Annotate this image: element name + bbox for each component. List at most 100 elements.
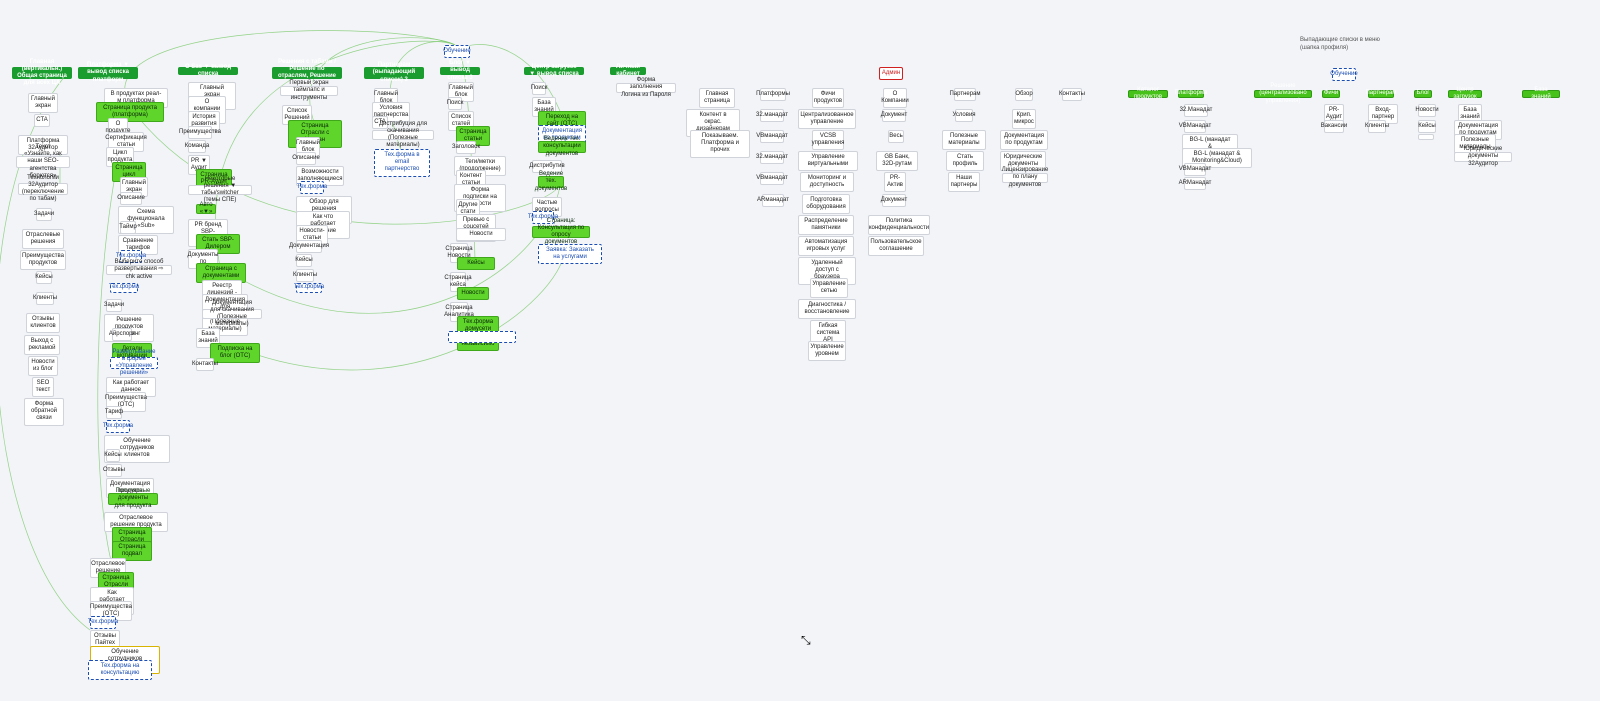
a-r6-2[interactable]: Распределение памятники: [798, 215, 854, 235]
c0-n8[interactable]: Кейсы: [36, 271, 52, 284]
hdr-col1[interactable]: Платформа ▼ вывод списка платформ: [78, 67, 138, 79]
a-r5-1[interactable]: ARманадат: [762, 194, 784, 207]
a-r1-2[interactable]: Централизованное управление: [798, 109, 856, 129]
rh-1[interactable]: Платформа: [1178, 90, 1204, 98]
c2-n4[interactable]: Команда: [188, 140, 206, 153]
rh-5[interactable]: Блог: [1414, 90, 1432, 98]
c1-n12[interactable]: Выберите способ развертывания ⇨ chk acti…: [106, 265, 172, 275]
c6-n9[interactable]: Страница: Консультация по опросу докумен…: [532, 226, 590, 238]
a-r4-3[interactable]: PR-Актив: [884, 172, 906, 192]
rb2[interactable]: [1418, 134, 1434, 140]
a-n5[interactable]: Обзор: [1015, 88, 1033, 101]
a-r2-4[interactable]: Полезные материалы: [942, 130, 986, 150]
a-r4-2[interactable]: Мониторинг и доступность: [800, 172, 854, 192]
a-r12-2[interactable]: Управление уровнем: [808, 341, 846, 361]
rb1[interactable]: Кейсы: [1418, 120, 1436, 133]
c1-n1[interactable]: Страница продукта (платформа): [96, 102, 164, 122]
c1-n9[interactable]: Таймр: [120, 221, 136, 234]
hdr-col0[interactable]: Главная (вертикальн.) Общая страница для…: [12, 67, 72, 79]
diagram-canvas[interactable]: Обучение Админ Выпадающие списки в меню …: [0, 0, 1600, 701]
c0-n7[interactable]: Преимущества продуктов: [20, 250, 66, 270]
c0-n14[interactable]: Форма обратной связи: [24, 398, 64, 426]
a-r9-2[interactable]: Управление сетью: [810, 278, 848, 298]
c6-n10[interactable]: Заявка: Заказать на услугами: [538, 244, 602, 264]
c3-n11[interactable]: Кейсы: [296, 254, 312, 267]
c1-n18[interactable]: Развертывание в форме «Управление решени…: [110, 357, 158, 369]
a-n6[interactable]: Контакты: [1062, 88, 1082, 101]
a-r1-4[interactable]: Условия: [955, 109, 973, 122]
a-n1[interactable]: Платформы: [760, 88, 786, 101]
c1-n25[interactable]: Отзывы: [106, 464, 122, 477]
hdr-col4[interactable]: Партнерам (выпадающий список) 3: [364, 67, 424, 79]
a-r2-1[interactable]: VBманадат: [760, 130, 784, 143]
a-r4-1[interactable]: VBманадат: [760, 172, 784, 185]
a-n2[interactable]: Фичи продуктов: [812, 88, 844, 108]
c2-n3[interactable]: Преимущества: [188, 126, 212, 139]
c5-n4[interactable]: Заголовок: [456, 141, 476, 154]
a-r3-3[interactable]: GB Банк, 32D-рутам: [876, 151, 918, 171]
c1-n38[interactable]: Тех.форма на консультацию: [88, 660, 152, 680]
rh-4[interactable]: Партнерам: [1368, 90, 1394, 98]
rc3[interactable]: Юридические документы 32Аудитор: [1454, 152, 1512, 162]
rp1[interactable]: VBМанадат: [1184, 120, 1206, 133]
rf1[interactable]: Вакансии: [1324, 120, 1344, 133]
c6-n0[interactable]: Поиск: [532, 82, 546, 95]
a-r7-3[interactable]: Пользовательское соглашение: [868, 236, 924, 256]
a-n4[interactable]: Партнерам: [954, 88, 976, 101]
rb0[interactable]: Новости: [1418, 104, 1436, 117]
c0-n1[interactable]: CTA: [34, 114, 50, 127]
c7-n0[interactable]: Форма заполнения Логина из Пароля: [616, 83, 676, 93]
a-r2-3[interactable]: Весь: [888, 130, 904, 143]
hdr-col7[interactable]: Личный кабинет: [610, 67, 646, 75]
a-r2-0[interactable]: Показываем. Платформа и прочих: [690, 130, 750, 158]
hdr-col2[interactable]: О Sas ▼ вывод списка: [178, 67, 238, 75]
c0-n0[interactable]: Главный экран: [28, 93, 58, 113]
a-r1-5[interactable]: Крип. микрос: [1012, 109, 1036, 129]
c3-n6[interactable]: Тех.форма: [300, 181, 324, 194]
node-admin[interactable]: Админ: [879, 67, 903, 80]
a-r1-3[interactable]: Документ: [882, 109, 906, 122]
c2-n8[interactable]: Авто «▼»: [196, 204, 216, 214]
a-r6-3[interactable]: Политика конфиденциальности: [868, 215, 930, 235]
a-r10-2[interactable]: Диагностика / восстановление: [798, 299, 856, 319]
c1-n13[interactable]: Тех.форма: [110, 283, 138, 293]
c1-n14[interactable]: Задачи: [106, 299, 122, 312]
a-r2-2[interactable]: VCSB управления: [812, 130, 844, 150]
c2-n7[interactable]: Некоторые решения ▼ табы/switcher (темы …: [188, 185, 252, 195]
c3-n12[interactable]: Клиенты: [296, 269, 314, 282]
c6-n6[interactable]: Ведение тех. документов: [538, 176, 564, 188]
c6-n4[interactable]: Ведение тех. консультации документов: [538, 141, 586, 153]
c2-n18[interactable]: Контакты: [196, 358, 214, 371]
a-r2-5[interactable]: Документация по продуктам: [1000, 130, 1048, 150]
a-n0[interactable]: Главная страница: [699, 88, 735, 108]
c1-n22[interactable]: Тех.форма: [106, 420, 130, 433]
c0-n5[interactable]: Задачи: [36, 208, 52, 221]
c3-n0[interactable]: Первый экран таймлапс и инструменты: [280, 86, 338, 96]
c5-n10[interactable]: Новости: [456, 228, 506, 241]
c3-n4[interactable]: Описание: [296, 152, 316, 165]
c3-n10[interactable]: Документация: [296, 240, 322, 253]
c4-n4[interactable]: Тех.форма в email партнерство: [374, 149, 430, 177]
rh-3[interactable]: Фичи: [1322, 90, 1340, 98]
c0-n13[interactable]: SEO текст: [32, 377, 54, 397]
a-n3[interactable]: О Компании: [883, 88, 907, 108]
rp0[interactable]: 32.Манадат: [1184, 104, 1208, 117]
c0-n3[interactable]: Текст «Узнайте, как наши SEO-агентства б…: [16, 156, 70, 168]
c5-n17[interactable]: [448, 331, 516, 343]
a-r3-2[interactable]: Управление виртуальными: [798, 151, 858, 171]
rh-2[interactable]: Решение (централизовано управления): [1254, 90, 1312, 98]
c1-n7[interactable]: Описание: [120, 192, 142, 205]
a-r7-2[interactable]: Автоматизация игровых услуг: [798, 236, 854, 256]
c1-n16[interactable]: Айрспорт: [112, 328, 132, 341]
c5-n14[interactable]: Новости: [457, 287, 489, 300]
rh-7[interactable]: База знаний: [1522, 90, 1560, 98]
c0-n10[interactable]: Отзывы клиентов: [26, 313, 60, 333]
rh-6[interactable]: Центр загрузок: [1448, 90, 1482, 98]
c0-n6[interactable]: Отраслевые решения: [22, 229, 64, 249]
c3-n13[interactable]: Тех.форма: [296, 283, 322, 293]
rpr1[interactable]: Клиенты: [1368, 120, 1386, 133]
c2-n15[interactable]: Документация для скачивания (Полезные ма…: [202, 309, 262, 319]
rp5[interactable]: ARМанадат: [1184, 177, 1206, 190]
node-top-obuchenie[interactable]: Обучение: [444, 45, 470, 58]
hdr-col5[interactable]: Блог ▼ вывод списка 3: [440, 67, 480, 75]
